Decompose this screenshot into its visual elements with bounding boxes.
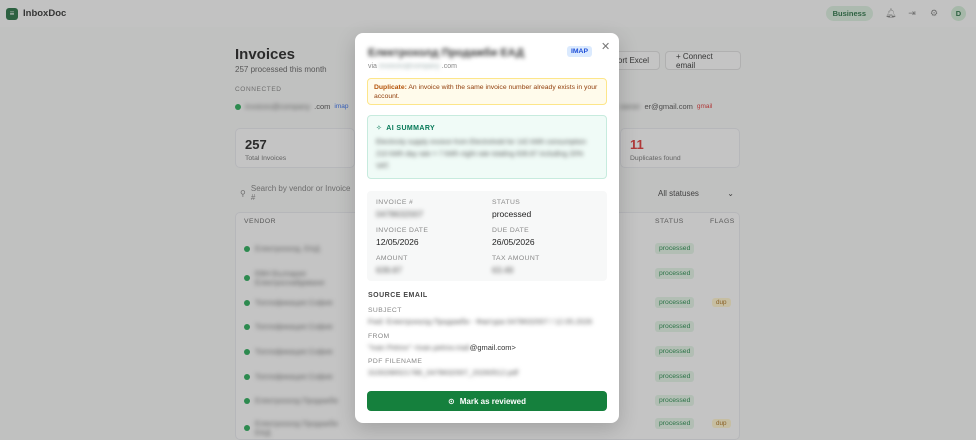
via-email-blurred: invoices@company (378, 63, 440, 70)
sparkle-icon: ✧ (376, 125, 383, 132)
modal-via: via invoices@company .com (368, 63, 457, 70)
ai-summary-heading: ✧ AI SUMMARY (376, 124, 436, 133)
due-date-value: 26/05/2026 (492, 237, 535, 247)
duplicate-text: An invoice with the same invoice number … (374, 84, 598, 100)
pdf-filename-text: 3100286521786_0478632007_20260512.pdf (368, 368, 519, 377)
invoice-number-value: 0478632007 (376, 209, 424, 219)
subject-value: Fwd: Електрохолд Продажби - Фактура 0478… (368, 317, 592, 326)
via-email-suffix: .com (441, 63, 457, 70)
mark-reviewed-label: Mark as reviewed (459, 396, 526, 406)
tax-amount-label: TAX AMOUNT (492, 255, 540, 262)
close-icon[interactable]: ✕ (601, 40, 610, 53)
modal-vendor-title: Електрохолд Продажби ЕАД (368, 47, 524, 59)
source-badge: IMAP (567, 46, 592, 57)
duplicate-warning: Duplicate: An invoice with the same invo… (367, 78, 607, 105)
from-label: FROM (368, 333, 390, 340)
invoice-number-label: INVOICE # (376, 199, 414, 206)
duplicate-label: Duplicate: (374, 84, 407, 91)
invoice-date-value: 12/05/2026 (376, 237, 419, 247)
from-value: "Ivan Petrov" <ivan.petrov.mail@gmail.co… (368, 343, 516, 352)
from-name-blurred: "Ivan Petrov" <ivan.petrov.mail (368, 343, 470, 352)
pdf-filename-label: PDF FILENAME (368, 358, 423, 365)
amount-label: AMOUNT (376, 255, 408, 262)
subject-label: SUBJECT (368, 307, 402, 314)
from-email-suffix: @gmail.com> (469, 343, 516, 352)
check-circle-icon: ⊙ (448, 396, 455, 406)
invoice-details: INVOICE # 0478632007 STATUS processed IN… (367, 191, 607, 281)
status-label: STATUS (492, 199, 521, 206)
ai-summary-text: Electricity supply invoice from Electroh… (376, 139, 587, 170)
ai-summary-box: ✧ AI SUMMARY Electricity supply invoice … (367, 115, 607, 179)
status-value: processed (492, 209, 532, 219)
invoice-date-label: INVOICE DATE (376, 227, 429, 234)
subject-text: Fwd: Електрохолд Продажби - Фактура 0478… (368, 317, 593, 326)
invoice-detail-modal: Електрохолд Продажби ЕАД IMAP ✕ via invo… (355, 33, 619, 423)
mark-reviewed-button[interactable]: ⊙ Mark as reviewed (367, 391, 607, 411)
source-email-heading: SOURCE EMAIL (368, 292, 428, 299)
ai-summary-title: AI SUMMARY (386, 124, 436, 132)
tax-amount-value: 63.49 (492, 265, 514, 275)
via-label: via (368, 63, 377, 70)
due-date-label: DUE DATE (492, 227, 530, 234)
pdf-filename-value: 3100286521786_0478632007_20260512.pdf (368, 368, 518, 377)
amount-value: 639.87 (376, 265, 402, 275)
